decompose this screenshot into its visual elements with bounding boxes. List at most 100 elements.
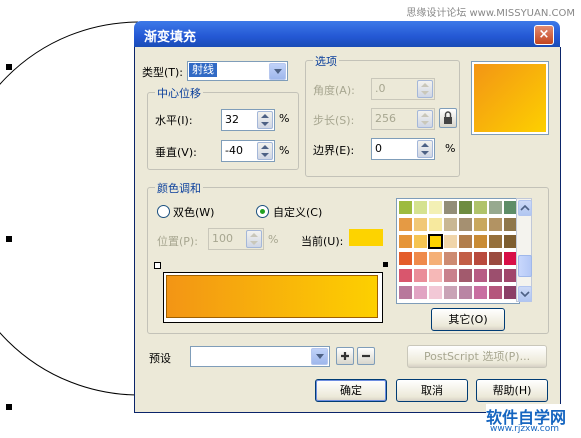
palette-swatch[interactable]	[488, 217, 503, 232]
palette-swatch[interactable]	[428, 200, 443, 215]
gradient-bar[interactable]	[163, 272, 383, 323]
spin-stepper-icon[interactable]	[246, 230, 262, 248]
palette-swatch[interactable]	[473, 251, 488, 266]
preset-label: 预设	[149, 352, 171, 365]
steps-value: 256	[375, 112, 396, 125]
type-label: 类型(T):	[142, 66, 184, 79]
palette-swatch[interactable]	[443, 200, 458, 215]
type-select-value: 射线	[189, 63, 217, 77]
spin-stepper-icon[interactable]	[417, 110, 433, 128]
palette-swatch[interactable]	[458, 251, 473, 266]
spin-stepper-icon[interactable]	[417, 140, 433, 158]
gradient-end-marker[interactable]	[383, 262, 388, 267]
palette-swatch[interactable]	[473, 285, 488, 300]
vertical-label: 垂直(V):	[155, 146, 197, 159]
scroll-thumb[interactable]	[518, 255, 532, 277]
palette-swatch[interactable]	[428, 268, 443, 283]
chevron-down-icon[interactable]	[311, 348, 328, 365]
options-title: 选项	[313, 53, 339, 69]
steps-input[interactable]: 256	[371, 108, 435, 130]
palette-swatch[interactable]	[443, 251, 458, 266]
palette-swatch[interactable]	[443, 285, 458, 300]
palette-swatch[interactable]	[443, 234, 458, 249]
color-palette[interactable]	[396, 198, 520, 304]
palette-swatch[interactable]	[413, 234, 428, 249]
add-preset-button[interactable]	[336, 347, 354, 365]
palette-swatch[interactable]	[428, 234, 443, 249]
spin-stepper-icon[interactable]	[417, 80, 433, 98]
palette-swatch[interactable]	[398, 285, 413, 300]
palette-swatch[interactable]	[398, 234, 413, 249]
dialog-title-bar[interactable]: 渐变填充 ×	[134, 21, 560, 47]
close-button[interactable]: ×	[534, 25, 554, 45]
chevron-down-icon[interactable]	[269, 63, 286, 80]
palette-swatch[interactable]	[443, 217, 458, 232]
spin-stepper-icon[interactable]	[257, 142, 273, 160]
type-select[interactable]: 射线	[187, 61, 288, 81]
edge-input[interactable]: 0	[371, 138, 435, 160]
current-color-swatch[interactable]	[349, 229, 383, 246]
scroll-down-icon[interactable]	[518, 286, 532, 302]
palette-swatch[interactable]	[488, 200, 503, 215]
remove-preset-button[interactable]	[357, 347, 375, 365]
help-button[interactable]: 帮助(H)	[476, 379, 548, 402]
color-blend-title: 颜色调和	[155, 180, 203, 196]
palette-swatch[interactable]	[413, 285, 428, 300]
palette-swatch[interactable]	[458, 268, 473, 283]
palette-swatch[interactable]	[458, 234, 473, 249]
palette-swatch[interactable]	[413, 251, 428, 266]
palette-scrollbar[interactable]	[516, 198, 532, 302]
vertical-input[interactable]: -40	[221, 140, 275, 162]
palette-swatch[interactable]	[413, 200, 428, 215]
palette-swatch[interactable]	[488, 234, 503, 249]
site-logo-url: www.rjzxw.com	[490, 424, 559, 434]
edge-label: 边界(E):	[313, 144, 355, 157]
horizontal-label: 水平(I):	[155, 114, 193, 127]
ellipse-shape[interactable]	[0, 21, 141, 396]
ok-button[interactable]: 确定	[315, 379, 387, 402]
palette-swatch[interactable]	[473, 200, 488, 215]
angle-input[interactable]: .0	[371, 78, 435, 100]
palette-swatch[interactable]	[458, 285, 473, 300]
palette-swatch[interactable]	[473, 268, 488, 283]
palette-swatch[interactable]	[398, 251, 413, 266]
horizontal-value: 32	[225, 113, 239, 126]
cancel-button[interactable]: 取消	[396, 379, 468, 402]
palette-swatch[interactable]	[398, 268, 413, 283]
preset-select[interactable]	[190, 346, 330, 367]
palette-swatch[interactable]	[488, 268, 503, 283]
edge-value: 0	[375, 142, 382, 155]
palette-swatch[interactable]	[413, 268, 428, 283]
other-colors-button[interactable]: 其它(O)	[431, 308, 505, 331]
palette-swatch[interactable]	[473, 234, 488, 249]
palette-swatch[interactable]	[398, 217, 413, 232]
palette-swatch[interactable]	[473, 217, 488, 232]
scroll-up-icon[interactable]	[518, 200, 532, 216]
selection-handle[interactable]	[6, 64, 12, 70]
gradient-preview	[471, 61, 549, 135]
selection-handle[interactable]	[6, 236, 12, 242]
lock-button[interactable]	[439, 108, 457, 128]
custom-radio[interactable]	[256, 205, 269, 218]
two-color-radio[interactable]	[157, 205, 170, 218]
selection-handle[interactable]	[6, 404, 12, 410]
palette-swatch[interactable]	[413, 217, 428, 232]
position-input[interactable]: 100	[208, 228, 264, 250]
palette-swatch[interactable]	[488, 251, 503, 266]
palette-swatch[interactable]	[458, 200, 473, 215]
horizontal-input[interactable]: 32	[221, 109, 275, 131]
palette-swatch[interactable]	[428, 251, 443, 266]
plus-icon	[341, 352, 349, 360]
palette-swatch[interactable]	[398, 200, 413, 215]
palette-swatch[interactable]	[458, 217, 473, 232]
palette-swatch[interactable]	[428, 285, 443, 300]
spin-stepper-icon[interactable]	[257, 111, 273, 129]
palette-swatch[interactable]	[488, 285, 503, 300]
gradient-start-marker[interactable]	[154, 262, 161, 269]
palette-swatch[interactable]	[428, 217, 443, 232]
angle-label: 角度(A):	[313, 84, 355, 97]
palette-swatch[interactable]	[443, 268, 458, 283]
postscript-options-button[interactable]: PostScript 选项(P)...	[407, 345, 547, 368]
two-color-label: 双色(W)	[173, 206, 215, 219]
gradient-bar-fill	[166, 275, 378, 318]
